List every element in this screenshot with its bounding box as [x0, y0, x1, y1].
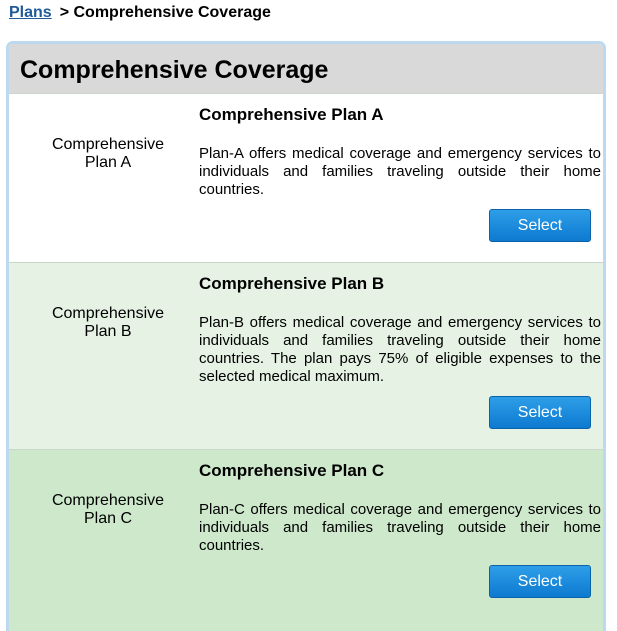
breadcrumb-link-plans[interactable]: Plans [9, 4, 52, 21]
plan-row-a: Comprehensive Plan A Comprehensive Plan … [9, 93, 603, 262]
plan-side-label: Comprehensive Plan B [9, 305, 207, 341]
plan-description: Plan-C offers medical coverage and emerg… [199, 501, 601, 554]
plan-row-c: Comprehensive Plan C Comprehensive Plan … [9, 449, 603, 631]
plan-side-line1: Comprehensive [51, 492, 165, 509]
plan-side-line2: Plan B [84, 323, 132, 340]
plan-side-label: Comprehensive Plan A [9, 136, 207, 172]
plan-description: Plan-B offers medical coverage and emerg… [199, 314, 601, 385]
plan-title: Comprehensive Plan B [199, 274, 385, 293]
plan-side-line2: Plan C [83, 510, 133, 527]
plan-side-line1: Comprehensive [51, 305, 165, 322]
breadcrumb: Plans > Comprehensive Coverage [9, 4, 271, 22]
select-plan-a-button[interactable]: Select [489, 209, 591, 242]
select-plan-b-button[interactable]: Select [489, 396, 591, 429]
select-plan-c-button[interactable]: Select [489, 565, 591, 598]
plan-row-b: Comprehensive Plan B Comprehensive Plan … [9, 262, 603, 449]
plan-side-line1: Comprehensive [51, 136, 165, 153]
panel-title: Comprehensive Coverage [9, 44, 603, 93]
breadcrumb-current: Comprehensive Coverage [73, 4, 271, 21]
plan-side-line2: Plan A [84, 154, 132, 171]
plan-side-label: Comprehensive Plan C [9, 492, 207, 528]
breadcrumb-separator: > [59, 4, 70, 21]
plan-title: Comprehensive Plan A [199, 105, 384, 124]
plan-title: Comprehensive Plan C [199, 461, 385, 480]
coverage-panel: Comprehensive Coverage Comprehensive Pla… [6, 41, 606, 631]
plan-description: Plan-A offers medical coverage and emerg… [199, 145, 601, 198]
